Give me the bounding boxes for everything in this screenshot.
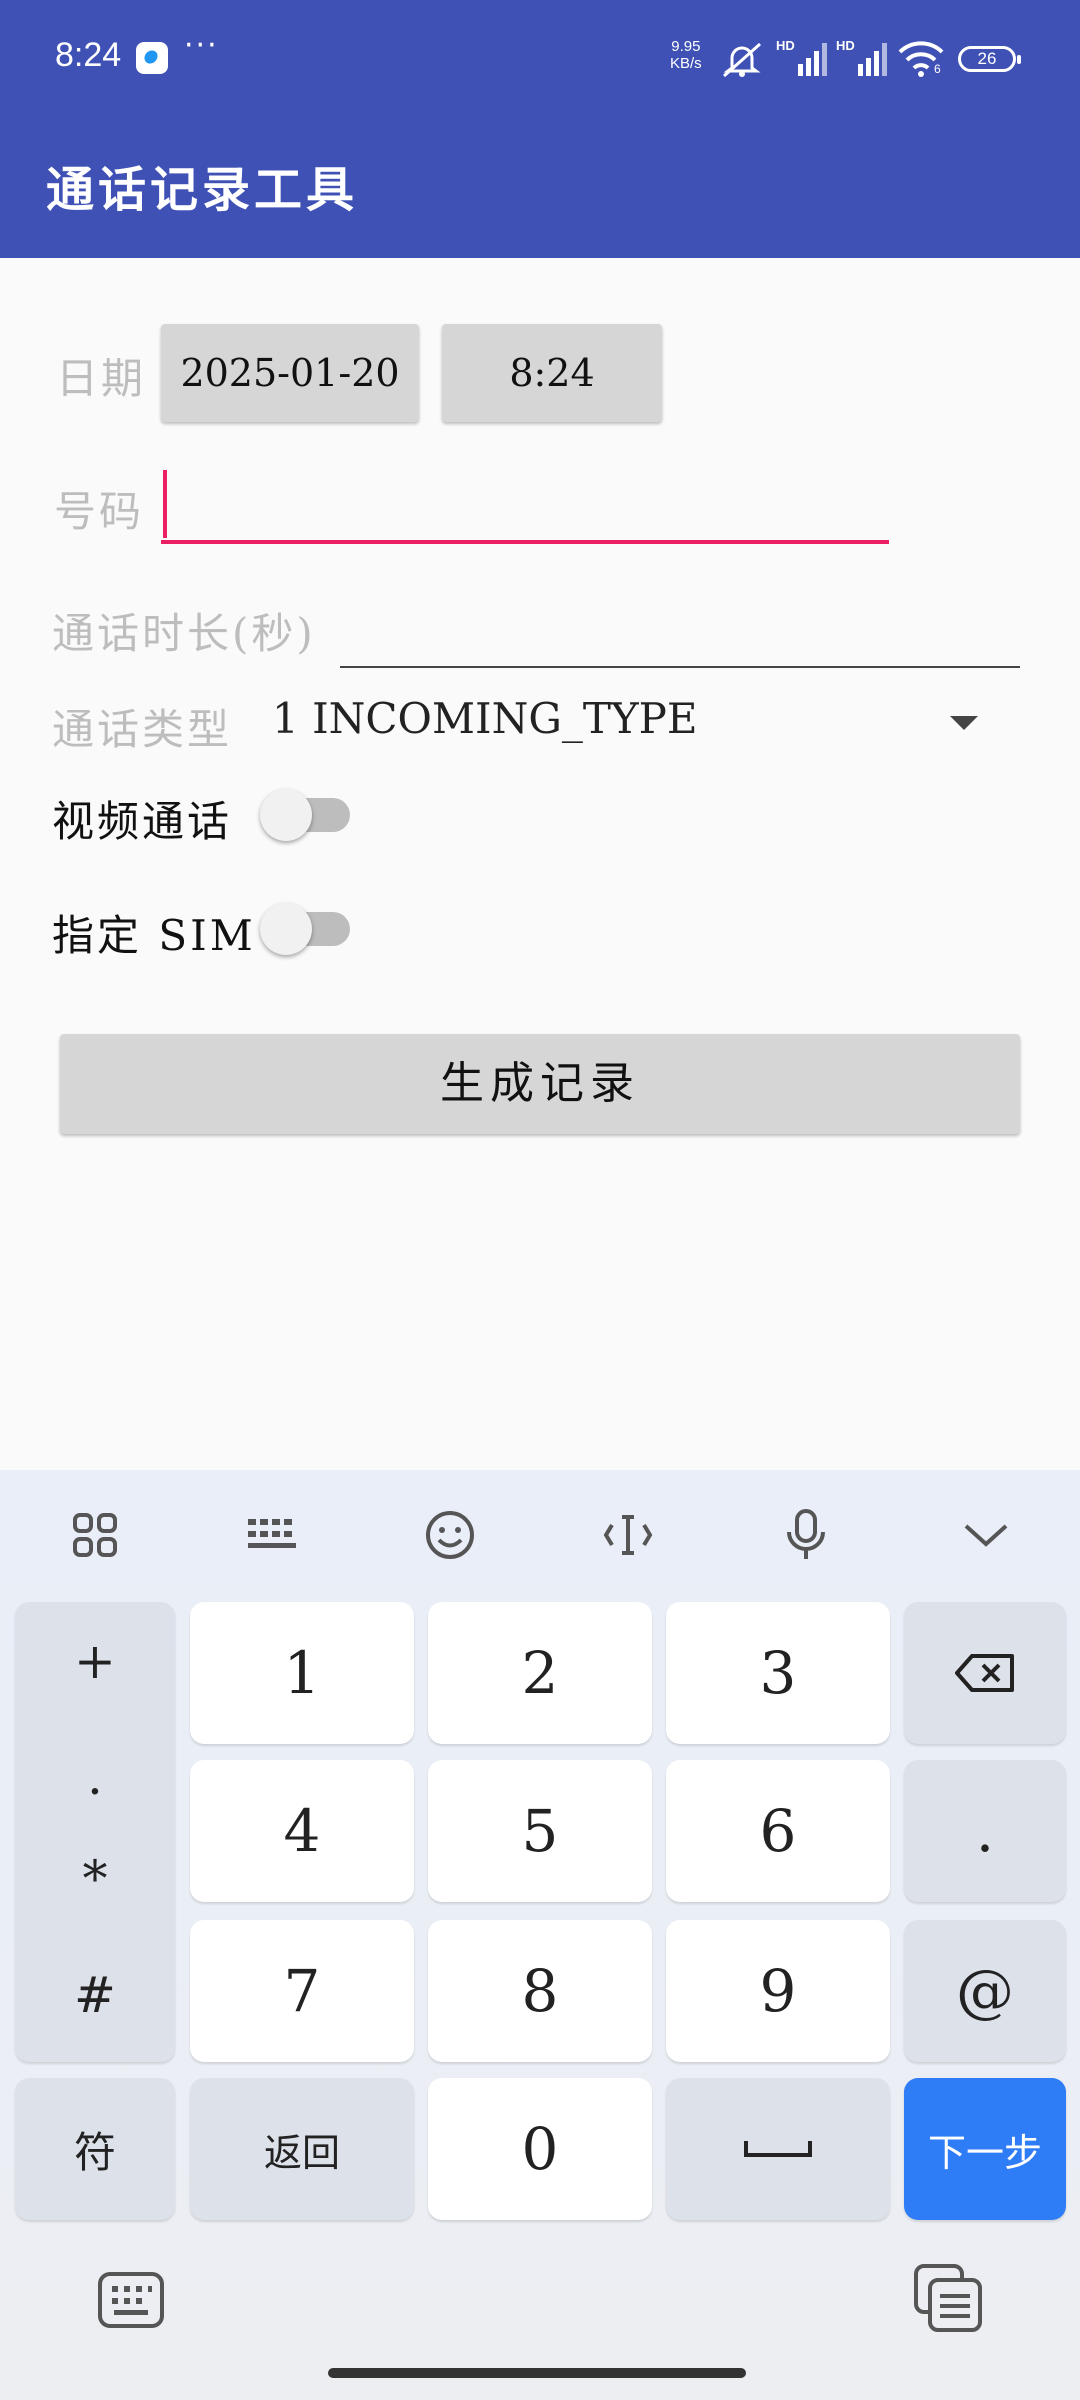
battery-icon: 26	[958, 46, 1021, 72]
space-key[interactable]	[666, 2078, 890, 2220]
collapse-keyboard-icon[interactable]	[946, 1500, 1026, 1570]
status-time: 8:24	[55, 36, 122, 74]
key-5[interactable]: 5	[428, 1760, 652, 1902]
sim-label: 指定 SIM	[52, 911, 256, 960]
keyboard-layout-icon[interactable]	[232, 1500, 312, 1570]
key-1[interactable]: 1	[190, 1602, 414, 1744]
wifi-icon: 6	[896, 38, 946, 78]
at-key[interactable]: @	[904, 1920, 1066, 2062]
date-picker-button[interactable]: 2025-01-20	[161, 324, 419, 422]
call-type-spinner[interactable]: 1 INCOMING_TYPE	[262, 686, 1002, 762]
key-3[interactable]: 3	[666, 1602, 890, 1744]
duration-input-hint: 通话时长(秒)	[52, 609, 316, 658]
generate-record-button[interactable]: 生成记录	[60, 1034, 1020, 1134]
backspace-icon	[955, 1654, 1014, 1692]
home-indicator[interactable]	[328, 2368, 746, 2378]
space-icon	[744, 2141, 812, 2157]
sim-switch[interactable]	[256, 900, 352, 960]
key-2[interactable]: 2	[428, 1602, 652, 1744]
more-notifications-icon: ···	[184, 28, 219, 63]
back-key[interactable]: 返回	[190, 2078, 414, 2220]
page-title: 通话记录工具	[46, 162, 359, 218]
call-type-label: 通话类型	[52, 705, 233, 754]
key-6[interactable]: 6	[666, 1760, 890, 1902]
key-8[interactable]: 8	[428, 1920, 652, 2062]
network-speed: 9.95 KB/s	[670, 38, 702, 72]
emoji-icon[interactable]	[410, 1500, 490, 1570]
cursor-icon[interactable]	[588, 1500, 668, 1570]
clipboard-icon[interactable]	[912, 2262, 984, 2334]
keyboard-switch-icon[interactable]	[96, 2268, 166, 2332]
browser-notification-icon	[136, 42, 168, 74]
number-input-underline	[161, 540, 889, 544]
status-bar: 8:24 ··· 9.95 KB/s HD HD 6 26	[0, 0, 1080, 118]
symbol-column[interactable]: + . * #	[15, 1602, 175, 2062]
symbol-key[interactable]: 符	[15, 2078, 175, 2220]
signal-2-icon: HD	[836, 38, 888, 78]
text-cursor	[163, 470, 167, 538]
switch-thumb	[260, 789, 312, 841]
number-input[interactable]	[161, 464, 889, 544]
star-key[interactable]: *	[83, 1850, 108, 1908]
time-picker-button[interactable]: 8:24	[442, 324, 662, 422]
key-9[interactable]: 9	[666, 1920, 890, 2062]
key-7[interactable]: 7	[190, 1920, 414, 2062]
video-call-label: 视频通话	[52, 797, 233, 846]
signal-1-icon: HD	[776, 38, 828, 78]
dot-key-side[interactable]: .	[87, 1748, 103, 1806]
backspace-key[interactable]	[904, 1602, 1066, 1744]
number-label: 号码	[54, 487, 145, 536]
key-0[interactable]: 0	[428, 2078, 652, 2220]
mute-icon	[723, 42, 761, 78]
video-call-switch[interactable]	[256, 786, 352, 846]
microphone-icon[interactable]	[766, 1500, 846, 1570]
duration-input-underline	[340, 666, 1020, 668]
switch-thumb	[260, 903, 312, 955]
hash-key[interactable]: #	[74, 1966, 116, 2024]
date-label: 日期	[56, 354, 147, 403]
duration-input[interactable]	[340, 590, 1020, 666]
next-key[interactable]: 下一步	[904, 2078, 1066, 2220]
plus-key[interactable]: +	[74, 1632, 116, 1690]
call-type-value: 1 INCOMING_TYPE	[272, 694, 698, 743]
apps-grid-icon[interactable]	[55, 1500, 135, 1570]
dropdown-arrow-icon	[950, 716, 978, 730]
dot-key[interactable]: .	[904, 1760, 1066, 1902]
key-4[interactable]: 4	[190, 1760, 414, 1902]
